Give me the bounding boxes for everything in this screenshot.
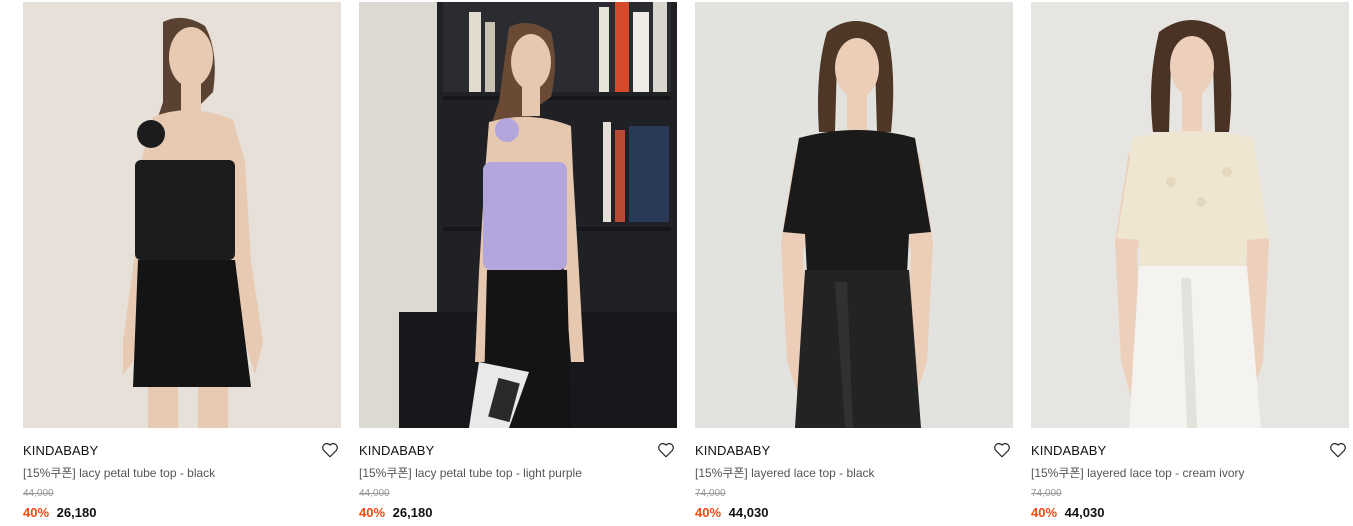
price-row: 40% 44,030 — [695, 505, 1013, 523]
brand-name[interactable]: KINDABABY — [359, 443, 434, 458]
product-image — [1031, 2, 1349, 428]
discount-rate: 40% — [1031, 505, 1058, 520]
brand-name[interactable]: KINDABABY — [1031, 443, 1106, 458]
heart-outline-icon[interactable] — [321, 441, 339, 459]
product-photo[interactable] — [695, 2, 1013, 428]
product-card[interactable]: KINDABABY [15%쿠폰] lacy petal tube top - … — [359, 2, 677, 523]
original-price: 74,000 — [1031, 488, 1062, 499]
product-card[interactable]: KINDABABY [15%쿠폰] lacy petal tube top - … — [23, 2, 341, 523]
price-row: 40% 26,180 — [23, 505, 341, 523]
heart-outline-icon[interactable] — [993, 441, 1011, 459]
product-image — [359, 2, 677, 428]
product-name[interactable]: [15%쿠폰] layered lace top - cream ivory — [1031, 465, 1349, 487]
original-price: 44,000 — [359, 488, 390, 499]
price-row: 40% 44,030 — [1031, 505, 1349, 523]
product-name[interactable]: [15%쿠폰] lacy petal tube top - light purp… — [359, 465, 677, 487]
price-row: 40% 26,180 — [359, 505, 677, 523]
brand-name[interactable]: KINDABABY — [695, 443, 770, 458]
product-photo[interactable] — [359, 2, 677, 428]
discount-rate: 40% — [695, 505, 722, 520]
product-photo[interactable] — [23, 2, 341, 428]
brand-name[interactable]: KINDABABY — [23, 443, 98, 458]
original-price: 44,000 — [23, 488, 54, 499]
product-card[interactable]: KINDABABY [15%쿠폰] layered lace top - cre… — [1031, 2, 1349, 523]
product-name[interactable]: [15%쿠폰] layered lace top - black — [695, 465, 1013, 487]
product-photo[interactable] — [1031, 2, 1349, 428]
product-image — [695, 2, 1013, 428]
product-card[interactable]: KINDABABY [15%쿠폰] layered lace top - bla… — [695, 2, 1013, 523]
product-name[interactable]: [15%쿠폰] lacy petal tube top - black — [23, 465, 341, 487]
product-grid: KINDABABY [15%쿠폰] lacy petal tube top - … — [0, 0, 1353, 526]
sale-price: 26,180 — [392, 505, 433, 520]
heart-outline-icon[interactable] — [1329, 441, 1347, 459]
discount-rate: 40% — [359, 505, 386, 520]
heart-outline-icon[interactable] — [657, 441, 675, 459]
discount-rate: 40% — [23, 505, 50, 520]
sale-price: 44,030 — [728, 505, 769, 520]
original-price: 74,000 — [695, 488, 726, 499]
product-image — [23, 2, 341, 428]
sale-price: 44,030 — [1064, 505, 1105, 520]
sale-price: 26,180 — [56, 505, 97, 520]
